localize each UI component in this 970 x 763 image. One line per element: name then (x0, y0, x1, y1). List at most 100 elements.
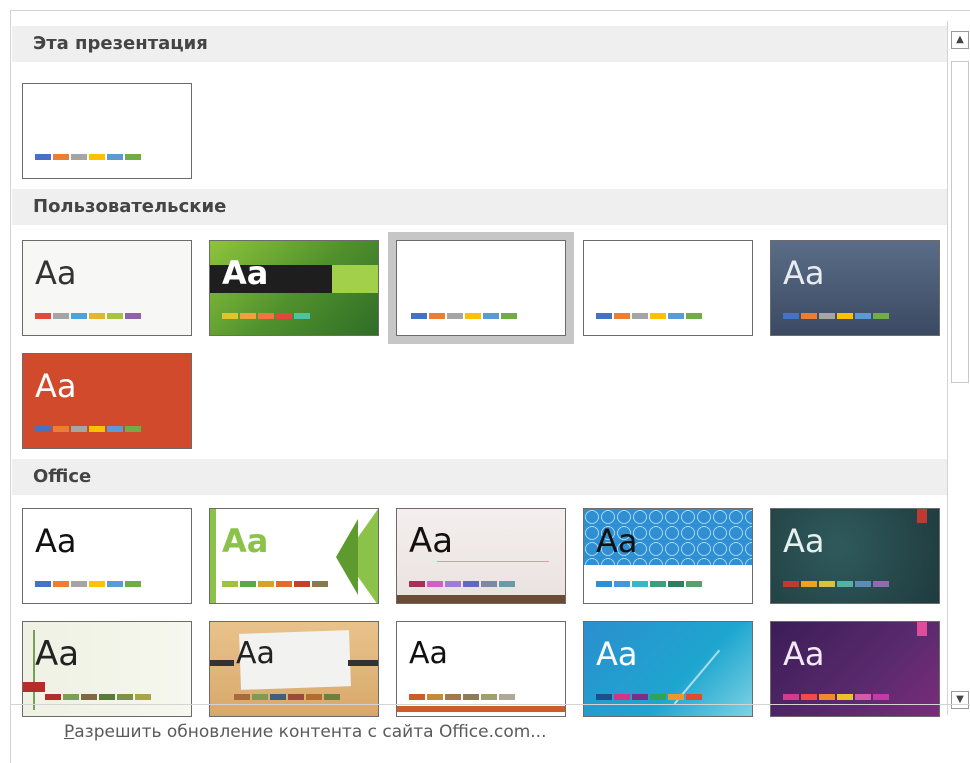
theme-office-5[interactable]: Aa (770, 508, 940, 604)
color-swatch (71, 581, 87, 587)
theme-office-7[interactable]: Aa (209, 621, 379, 717)
theme-office-3[interactable]: Aa (396, 508, 566, 604)
theme-custom-4[interactable] (583, 240, 753, 336)
color-swatch (125, 426, 141, 432)
color-swatch (632, 581, 648, 587)
theme-sample-text: Aa (596, 635, 638, 673)
color-swatches (222, 313, 312, 319)
color-swatch (614, 694, 630, 700)
color-swatch (252, 694, 268, 700)
link-text: азрешить обновление контента с сайта Off… (74, 722, 547, 742)
color-swatch (668, 694, 684, 700)
color-swatch (501, 313, 517, 319)
color-swatch (294, 313, 310, 319)
theme-office-1[interactable]: Aa (22, 508, 192, 604)
color-swatch (873, 313, 889, 319)
theme-office-9[interactable]: Aa (583, 621, 753, 717)
ribbon-mark (917, 509, 927, 523)
color-swatch (53, 154, 69, 160)
color-swatch (258, 581, 274, 587)
color-swatch (234, 694, 250, 700)
color-swatch (240, 313, 256, 319)
scroll-thumb[interactable] (951, 61, 969, 383)
color-swatch (596, 313, 612, 319)
color-swatches (783, 581, 891, 587)
color-swatch (71, 426, 87, 432)
theme-custom-5[interactable]: Aa (770, 240, 940, 336)
theme-sample-text: Aa (35, 522, 77, 560)
color-swatch (855, 313, 871, 319)
color-swatch (686, 313, 702, 319)
scroll-up-icon[interactable]: ▲ (951, 31, 969, 49)
color-swatch (427, 581, 443, 587)
color-swatch (45, 694, 61, 700)
color-swatch (107, 426, 123, 432)
theme-custom-1[interactable]: Aa (22, 240, 192, 336)
color-swatches (45, 694, 153, 700)
section-header-custom: Пользовательские (12, 189, 948, 225)
color-swatch (463, 694, 479, 700)
color-swatch (668, 313, 684, 319)
ribbon-mark (917, 622, 927, 636)
color-swatch (125, 154, 141, 160)
color-swatch (117, 694, 133, 700)
color-swatch (53, 581, 69, 587)
theme-custom-2[interactable]: Aa (209, 240, 379, 336)
color-swatch (89, 581, 105, 587)
theme-custom-3-selected[interactable] (388, 232, 574, 344)
color-swatch (801, 313, 817, 319)
theme-office-8[interactable]: Aa (396, 621, 566, 717)
theme-office-6[interactable]: Aa (22, 621, 192, 717)
color-swatch (819, 313, 835, 319)
color-swatch (463, 581, 479, 587)
color-swatch (445, 581, 461, 587)
access-key-letter: Р (64, 722, 75, 742)
color-swatches (234, 694, 342, 700)
facet-right-shape-dark (336, 519, 358, 595)
color-swatch (499, 694, 515, 700)
theme-custom-6[interactable]: Aa (22, 353, 192, 449)
color-swatch (222, 581, 238, 587)
color-swatch (409, 694, 425, 700)
color-swatch (409, 581, 425, 587)
color-swatch (596, 694, 612, 700)
section-header-this-presentation: Эта презентация (12, 26, 948, 62)
enable-office-content-updates-link[interactable]: Разрешить обновление контента с сайта Of… (64, 722, 547, 742)
theme-current[interactable] (22, 83, 192, 179)
theme-sample-text: Aa (783, 522, 825, 560)
bar-left (210, 660, 234, 666)
theme-office-2[interactable]: Aa (209, 508, 379, 604)
color-swatch (614, 313, 630, 319)
color-swatch (837, 313, 853, 319)
theme-office-4[interactable]: Aa (583, 508, 753, 604)
color-swatches (35, 154, 143, 160)
color-swatch (855, 581, 871, 587)
color-swatch (481, 581, 497, 587)
color-swatch (650, 694, 666, 700)
vertical-scrollbar[interactable]: ▲ ▼ (947, 21, 970, 715)
color-swatch (35, 313, 51, 319)
color-swatches (409, 694, 517, 700)
color-swatch (63, 694, 79, 700)
color-swatch (427, 694, 443, 700)
color-swatches (411, 313, 519, 319)
theme-sample-text: Aa (783, 254, 825, 292)
color-swatch (35, 154, 51, 160)
color-swatches (35, 313, 143, 319)
theme-sample-text: Aa (35, 634, 80, 674)
theme-sample-text: Aa (783, 635, 825, 673)
scroll-down-icon[interactable]: ▼ (951, 691, 969, 709)
color-swatch (668, 581, 684, 587)
color-swatch (35, 581, 51, 587)
color-swatch (445, 694, 461, 700)
theme-office-10[interactable]: Aa (770, 621, 940, 717)
color-swatch (222, 313, 238, 319)
color-swatches (596, 581, 704, 587)
color-swatch (411, 313, 427, 319)
color-swatches (409, 581, 517, 587)
wood-strip (397, 595, 565, 603)
color-swatch (483, 313, 499, 319)
color-swatch (855, 694, 871, 700)
color-swatch (801, 581, 817, 587)
color-swatch (614, 581, 630, 587)
